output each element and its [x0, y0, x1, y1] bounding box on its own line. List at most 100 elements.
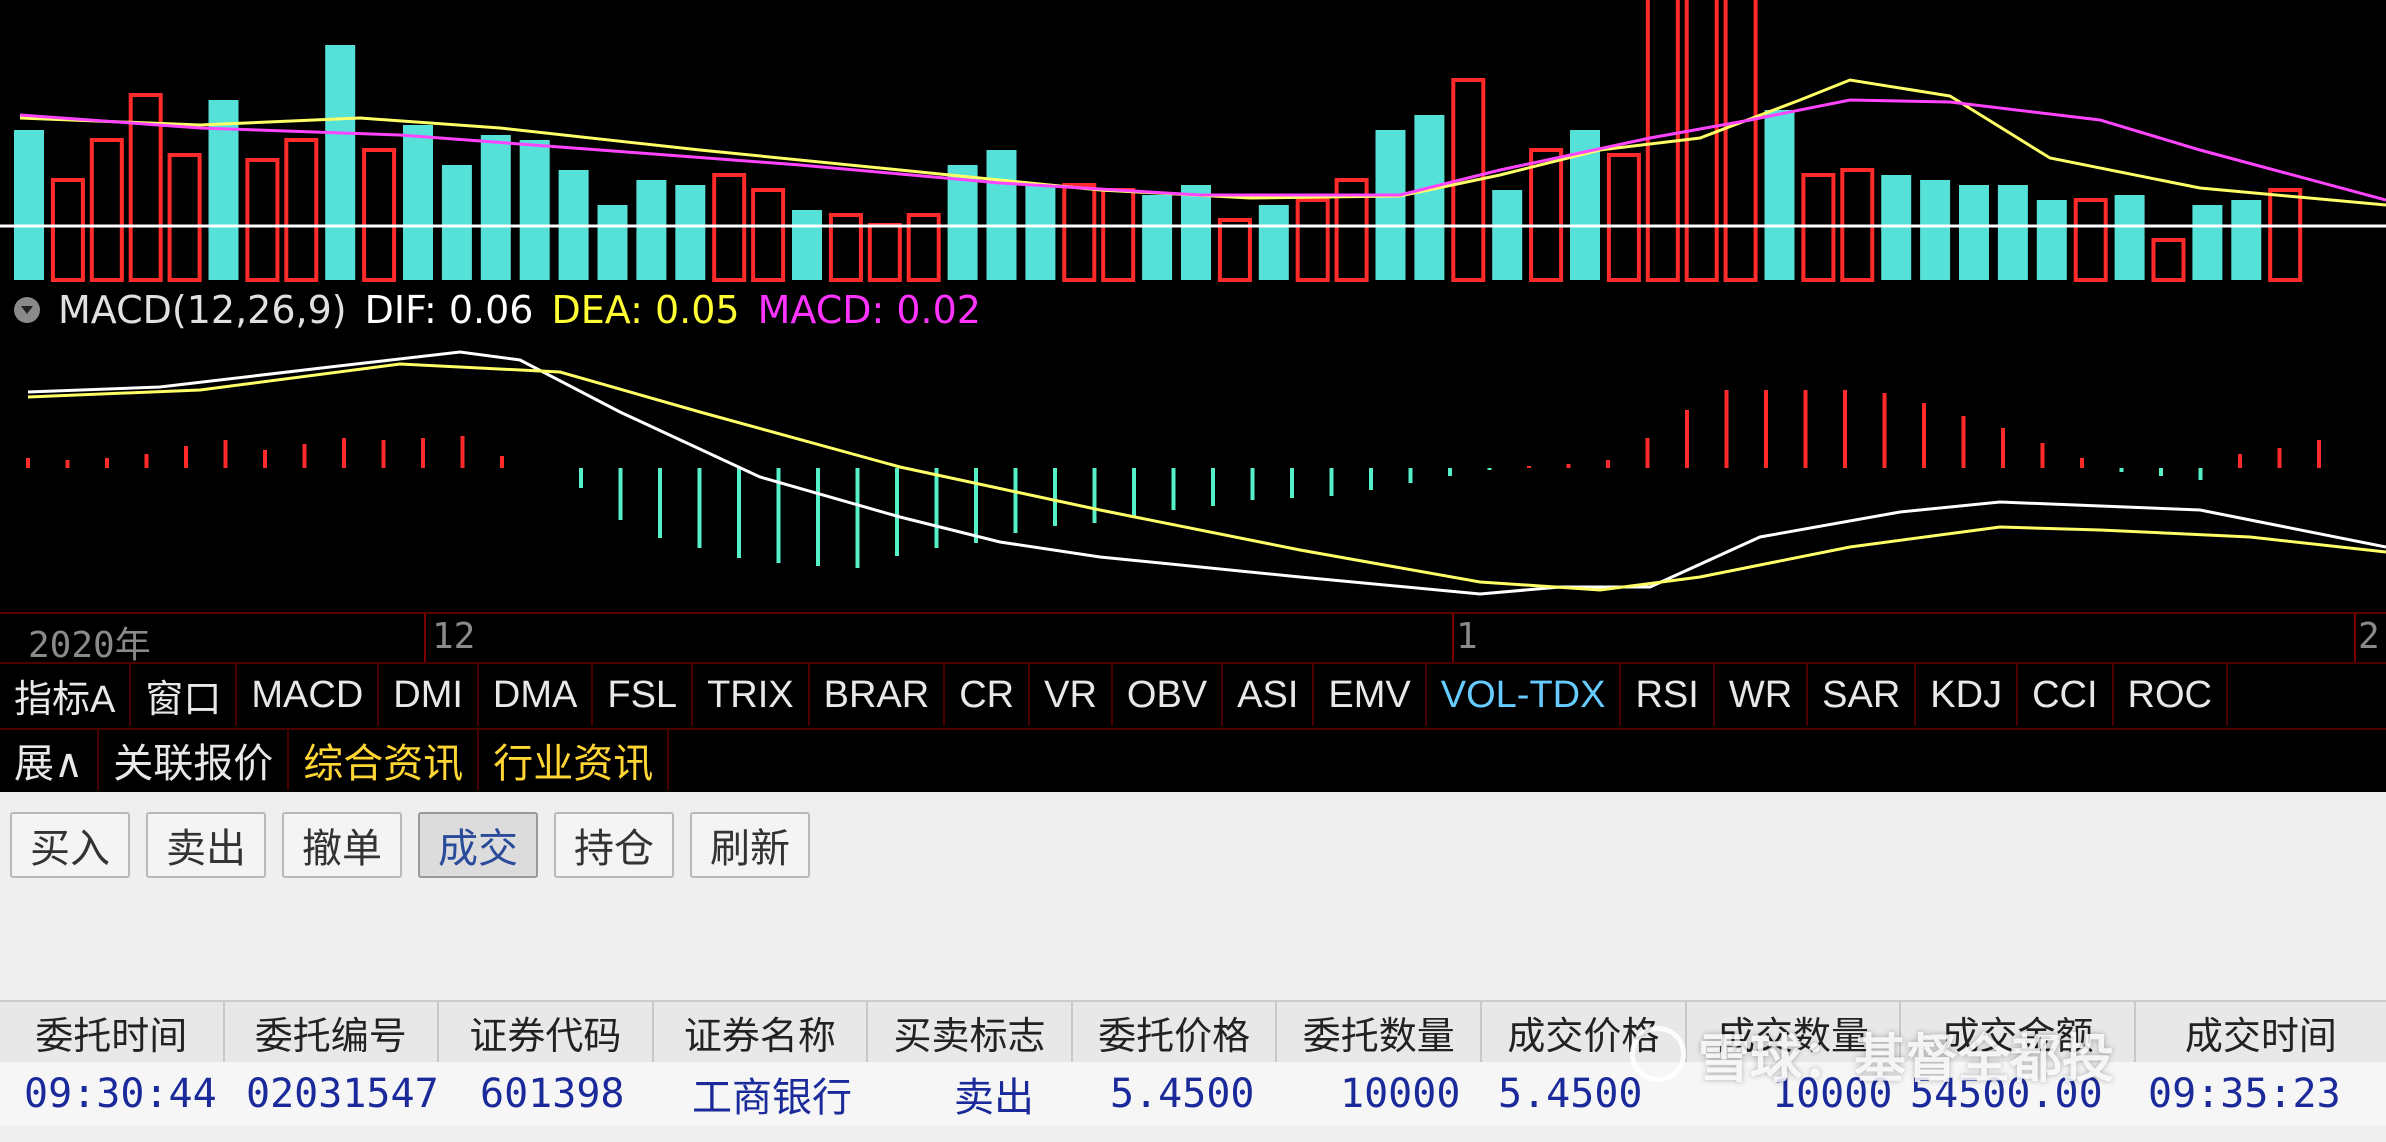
cell-order-qty: 10000 [1340, 1071, 1461, 1117]
tab-obv[interactable]: OBV [1113, 664, 1224, 726]
tab-dmi[interactable]: DMI [379, 664, 479, 726]
col-order-qty[interactable]: 委托数量 [1277, 1002, 1483, 1062]
tab-related-quotes[interactable]: 关联报价 [99, 730, 290, 790]
cell-order-price: 5.4500 [1110, 1071, 1255, 1117]
sell-button[interactable]: 卖出 [146, 812, 266, 878]
volume-bar [2114, 195, 2145, 280]
volume-bar [1295, 198, 1330, 282]
col-order-id[interactable]: 委托编号 [225, 1002, 440, 1062]
cell-fill-time: 09:35:23 [2148, 1071, 2341, 1117]
watermark: 雪球：基督全都投 [1630, 1014, 2114, 1094]
buy-button[interactable]: 买入 [10, 812, 130, 878]
volume-bar [2231, 200, 2262, 280]
macd-chart [26, 350, 2386, 596]
volume-bar [2073, 198, 2108, 282]
tab-kdj[interactable]: KDJ [1916, 664, 2019, 726]
indicator-header: MACD(12,26,9) DIF: 0.06 DEA: 0.05 MACD: … [14, 282, 981, 338]
volume-bar [947, 165, 978, 280]
tab-cr[interactable]: CR [945, 664, 1031, 726]
volume-bar [986, 150, 1017, 280]
volume-bar [1723, 0, 1758, 282]
volume-bar [519, 140, 550, 280]
tab-general-news[interactable]: 综合资讯 [289, 730, 480, 790]
tab-brar[interactable]: BRAR [810, 664, 946, 726]
tab-trix[interactable]: TRIX [693, 664, 810, 726]
volume-bar [1142, 195, 1173, 280]
tab-rsi[interactable]: RSI [1621, 664, 1715, 726]
dif-value: DIF: 0.06 [364, 288, 534, 332]
volume-bar [14, 130, 44, 280]
volume-bar [1375, 130, 1406, 280]
volume-bar [362, 148, 397, 282]
volume-bar [441, 165, 472, 280]
volume-bar [2268, 188, 2303, 282]
volume-bar [792, 210, 822, 280]
col-side[interactable]: 买卖标志 [868, 1002, 1073, 1062]
macd-value: MACD: 0.02 [757, 288, 981, 332]
col-fill-time[interactable]: 成交时间 [2136, 1002, 2386, 1062]
col-security-code[interactable]: 证券代码 [439, 1002, 654, 1062]
col-order-price[interactable]: 委托价格 [1073, 1002, 1278, 1062]
volume-bar [2151, 238, 2186, 282]
axis-label-1: 1 [1456, 616, 1478, 657]
volume-bar [1606, 153, 1641, 282]
volume-bar [675, 185, 706, 280]
volume-bar [1959, 185, 1989, 280]
cell-security-name: 工商银行 [692, 1075, 852, 1121]
col-order-time[interactable]: 委托时间 [0, 1002, 225, 1062]
tab-roc[interactable]: ROC [2114, 664, 2228, 726]
volume-bar [325, 45, 356, 280]
volume-bar [867, 223, 902, 282]
axis-year-label: 2020年 [28, 625, 151, 666]
tab-vr[interactable]: VR [1030, 664, 1113, 726]
volume-bar [245, 158, 280, 282]
cell-security-code: 601398 [480, 1071, 625, 1117]
tab-asi[interactable]: ASI [1223, 664, 1315, 726]
axis-label-2: 2 [2358, 616, 2380, 657]
tab-wr[interactable]: WR [1715, 664, 1809, 726]
volume-bar [1258, 205, 1289, 280]
volume-bar [284, 138, 319, 282]
tab-macd[interactable]: MACD [237, 664, 380, 726]
refresh-button[interactable]: 刷新 [690, 812, 810, 878]
volume-bar [636, 180, 667, 280]
volume-bar [1062, 183, 1097, 282]
tab-sar[interactable]: SAR [1808, 664, 1917, 726]
cell-order-id: 02031547 [246, 1071, 438, 1117]
axis-tick [1452, 614, 1454, 662]
volume-bar [1997, 185, 2028, 280]
tab-indicator-a[interactable]: 指标A [0, 664, 132, 726]
volume-bar [2036, 200, 2067, 280]
cancel-order-button[interactable]: 撤单 [282, 812, 402, 878]
filled-orders-button[interactable]: 成交 [418, 812, 538, 878]
volume-bar [1492, 190, 1523, 280]
tab-window[interactable]: 窗口 [131, 664, 238, 726]
axis-tick [2354, 614, 2356, 662]
cell-order-time: 09:30:44 [24, 1071, 217, 1117]
tab-vol-tdx[interactable]: VOL-TDX [1427, 664, 1622, 726]
chart-area: MACD(12,26,9) DIF: 0.06 DEA: 0.05 MACD: … [0, 0, 2386, 620]
volume-bar [1025, 185, 1056, 280]
volume-bar [480, 135, 511, 280]
volume-bar [597, 205, 628, 280]
tab-cci[interactable]: CCI [2018, 664, 2114, 726]
volume-bar [1529, 148, 1564, 282]
snowball-logo-icon [1630, 1026, 1686, 1082]
positions-button[interactable]: 持仓 [554, 812, 674, 878]
tab-dma[interactable]: DMA [479, 664, 594, 726]
tab-expand[interactable]: 展∧ [0, 730, 100, 790]
volume-bar [751, 188, 786, 282]
axis-label-12: 12 [432, 616, 476, 657]
tab-emv[interactable]: EMV [1314, 664, 1427, 726]
macd-title: MACD(12,26,9) [58, 288, 347, 332]
chevron-down-icon[interactable] [14, 297, 40, 323]
col-security-name[interactable]: 证券名称 [654, 1002, 869, 1062]
tab-industry-news[interactable]: 行业资讯 [479, 730, 670, 790]
watermark-text: 雪球：基督全都投 [1698, 1029, 2115, 1090]
dea-value: DEA: 0.05 [551, 288, 740, 332]
axis-tick [424, 614, 426, 662]
trade-toolbar: 买入 卖出 撤单 成交 持仓 刷新 [10, 812, 810, 878]
tab-fsl[interactable]: FSL [593, 664, 694, 726]
volume-bar [403, 125, 433, 280]
indicator-tab-bar: 指标A 窗口 MACD DMI DMA FSL TRIX BRAR CR VR … [0, 662, 2386, 730]
